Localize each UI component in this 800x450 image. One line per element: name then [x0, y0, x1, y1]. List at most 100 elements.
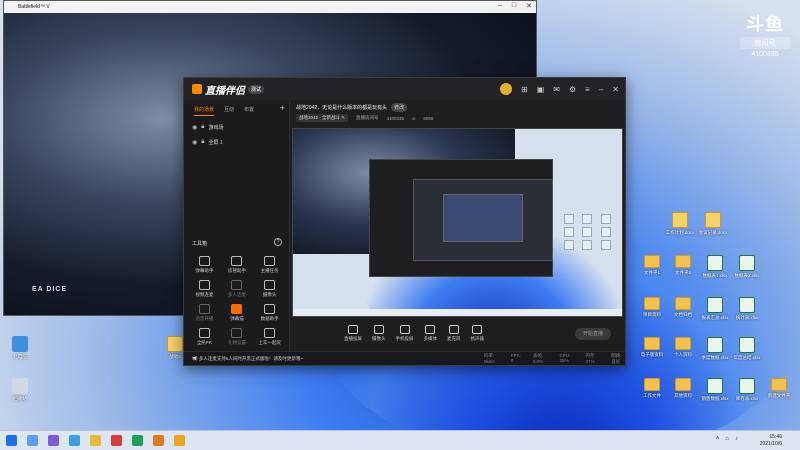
store-icon[interactable] [132, 435, 143, 446]
desktop-file-icon[interactable]: 报表汇总.xlsx [700, 297, 730, 321]
streaming-app-icon[interactable] [174, 435, 185, 446]
toolbox-item[interactable]: 多人连麦 [221, 280, 254, 298]
close-icon[interactable]: ✕ [612, 85, 619, 94]
room-id-label: 直播房间号 [356, 115, 379, 120]
maximize-button[interactable]: □ [512, 2, 516, 10]
edit-title-button[interactable]: 修改 [391, 103, 408, 112]
toolbox-item[interactable]: 弹幕助手 [188, 256, 221, 274]
toolbox-item[interactable]: 数据助手 [253, 304, 286, 322]
desktop-file-icon[interactable]: 会议记录.docx [698, 212, 728, 236]
browser-icon[interactable] [69, 435, 80, 446]
category-selector[interactable]: 战地2042 - 全新战斗 ✎ [296, 114, 349, 122]
desktop-file-icon[interactable]: 电子版资料 [637, 337, 667, 358]
eye-icon[interactable]: ◉ [192, 139, 197, 146]
control-phone-button[interactable]: 手机投屏 [396, 324, 414, 342]
desktop-file-icon[interactable]: 统计表.xlsx [732, 297, 762, 321]
settings-icon[interactable]: ⚙ [569, 85, 576, 94]
toolbox-item[interactable]: 语音开播 [188, 304, 221, 322]
control-mic-button[interactable]: 麦克风 [447, 324, 461, 342]
file-label: 文件夹2 [674, 270, 691, 275]
toolbox-item[interactable]: 主播任务 [253, 256, 286, 274]
desktop-file-icon[interactable]: 数据表2.xlsx [732, 255, 762, 279]
desktop-icon[interactable]: 回收站 [5, 378, 35, 402]
desktop-file-icon[interactable]: 新建文件夹 [764, 378, 794, 399]
notice-text[interactable]: 📢 多人连麦支持6人同时开黑正式版啦！请及时更新哦~ [192, 356, 303, 362]
user-avatar[interactable] [500, 83, 513, 95]
douyu-watermark: 斗鱼 房间号 4100335 [740, 10, 790, 58]
stream-title[interactable]: 战地2042，无论是什么版本的都是玩有头 [296, 104, 387, 111]
network-icon[interactable]: ⌂ [725, 436, 729, 442]
help-icon[interactable]: ? [274, 238, 282, 246]
scene-item[interactable]: ◉ 🔒︎ 全屏 1 [184, 135, 289, 150]
control-screen-button[interactable]: 直播投屏 [344, 324, 362, 342]
sidebar: 我的场景 互动 布置 + ◉ 🔒︎ 游戏场 ◉ 🔒︎ 全屏 1 工具箱 ? 弹幕… [184, 100, 290, 365]
desktop-file-icon[interactable]: 库存表.xlsx [732, 378, 762, 402]
control-camera-button[interactable]: 摄像头 [372, 324, 386, 342]
menu-icon[interactable]: ≡ [585, 85, 590, 94]
preview-desktop-icons [564, 214, 616, 250]
control-media-button[interactable]: 多媒体 [423, 324, 438, 342]
tab-layout[interactable]: 布置 [244, 106, 254, 116]
toolbox-item[interactable]: 视频连麦 [188, 280, 221, 298]
tab-my-scenes[interactable]: 我的场景 [194, 106, 215, 116]
game-icon[interactable] [153, 435, 164, 446]
media-icon [425, 324, 436, 334]
desktop-file-icon[interactable]: 项目资料 [637, 297, 667, 318]
desktop-file-icon[interactable]: 销售数据.xlsx [700, 378, 730, 402]
control-label: 多媒体 [423, 335, 438, 341]
desktop-file-icon[interactable]: 数据表1.xlsx [700, 255, 730, 279]
screen-icon [348, 324, 358, 334]
computer-icon [12, 336, 28, 352]
chat-icon[interactable] [48, 435, 59, 446]
streaming-app-window[interactable]: 直播伴侣 测试 ⊞ ▣ ✉ ⚙ ≡ – ✕ 我的场景 互动 布置 + ◉ 🔒︎ … [183, 77, 626, 366]
brand-name: 直播伴侣 [205, 85, 245, 97]
mail-icon[interactable]: ✉ [553, 85, 560, 94]
toolbox-item[interactable]: 房管助手 [221, 256, 254, 274]
desktop-file-icon[interactable]: 工作计划.docx [665, 212, 695, 236]
toolbox-item[interactable]: 摄像头 [253, 280, 286, 298]
tab-interact[interactable]: 互动 [224, 106, 234, 116]
desktop-file-icon[interactable]: 其他资料 [668, 378, 698, 399]
desktop-file-icon[interactable]: 个人资料 [668, 337, 698, 358]
file-explorer-icon[interactable] [90, 435, 101, 446]
toolbox-item[interactable]: 全民PK [188, 328, 221, 346]
desktop-icon-label: 回收站 [13, 396, 27, 401]
add-scene-icon[interactable]: + [280, 103, 285, 113]
gift-icon[interactable]: ⊞ [521, 85, 528, 94]
tool-label: 视频连麦 [195, 292, 214, 297]
camera-icon [373, 324, 384, 334]
clock[interactable]: 15:46 2021/10/6 [760, 434, 782, 448]
eye-icon[interactable]: ◉ [192, 124, 197, 131]
stream-preview[interactable] [292, 128, 623, 317]
desktop-file-icon[interactable]: 文档归档 [668, 297, 698, 318]
desktop-file-icon[interactable]: 年度总结.xlsx [732, 337, 762, 361]
close-button[interactable]: ✕ [526, 2, 532, 10]
app-header[interactable]: 直播伴侣 测试 ⊞ ▣ ✉ ⚙ ≡ – ✕ [184, 78, 625, 100]
desktop-file-icon[interactable]: 文件夹2 [668, 255, 698, 276]
toolbox-item[interactable]: 上车一起玩 [253, 328, 286, 346]
volume-icon[interactable]: ♪ [735, 436, 738, 442]
lock-icon[interactable]: 🔒︎ [201, 124, 204, 131]
minimize-icon[interactable]: – [599, 85, 603, 94]
go-live-button[interactable]: 开始直播 [575, 328, 611, 340]
app-icon[interactable] [111, 435, 122, 446]
desktop-file-icon[interactable]: 工作文件 [637, 378, 667, 399]
tool-icon [198, 280, 210, 290]
lock-icon[interactable]: 🔒︎ [201, 139, 204, 146]
file-label: 文档归档 [674, 312, 692, 317]
desktop-file-icon[interactable]: 文件夹1 [637, 255, 667, 276]
desktop-file-icon[interactable]: 季度数据.xlsx [700, 337, 730, 361]
chevron-up-icon[interactable]: ˄ [716, 436, 720, 442]
scene-item[interactable]: ◉ 🔒︎ 游戏场 [184, 120, 289, 135]
toolbox-item[interactable]: 礼物设置 [221, 328, 254, 346]
minimize-button[interactable]: – [498, 2, 502, 10]
toolbox-item[interactable]: 弹幕猫 [221, 304, 254, 322]
game-window-titlebar[interactable]: Battlefield™ V – □ ✕ [4, 1, 536, 13]
desktop-icon[interactable]: 此电脑 [5, 336, 35, 360]
control-label: 扬声器 [470, 335, 485, 341]
bag-icon[interactable]: ▣ [537, 85, 545, 94]
search-icon[interactable] [27, 435, 38, 446]
file-label: 工作计划.docx [665, 230, 695, 235]
control-speaker-button[interactable]: 扬声器 [470, 324, 485, 342]
start-icon[interactable] [6, 435, 17, 446]
